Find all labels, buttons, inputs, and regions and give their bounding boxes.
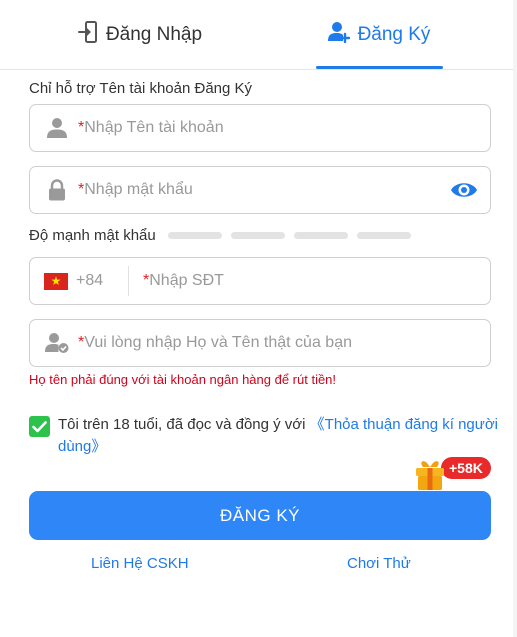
eye-icon[interactable] — [450, 179, 478, 201]
phone-placeholder: *Nhập SĐT — [143, 272, 224, 289]
active-tab-indicator — [316, 66, 443, 69]
gift-icon — [413, 458, 447, 492]
add-user-icon — [327, 21, 350, 49]
scrollbar[interactable] — [513, 0, 517, 637]
form-hint: Chỉ hỗ trợ Tên tài khoản Đăng Ký — [29, 80, 253, 97]
username-placeholder: *Nhập Tên tài khoản — [78, 119, 224, 136]
strength-bar — [168, 232, 222, 239]
check-icon — [32, 420, 47, 432]
phone-field[interactable]: ★ +84 *Nhập SĐT — [29, 257, 491, 305]
terms-checkbox[interactable] — [29, 416, 50, 437]
country-code[interactable]: +84 — [76, 272, 114, 290]
password-strength-meter — [168, 232, 411, 239]
door-enter-icon — [77, 21, 98, 49]
tab-register[interactable]: Đăng Ký — [315, 0, 443, 70]
terms-text: Tôi trên 18 tuổi, đã đọc và đồng ý với 《… — [58, 416, 498, 455]
register-button[interactable]: ĐĂNG KÝ — [29, 491, 491, 540]
fullname-field[interactable]: *Vui lòng nhập Họ và Tên thật của bạn — [29, 319, 491, 367]
bonus-badge: +58K — [441, 457, 491, 479]
fullname-placeholder: *Vui lòng nhập Họ và Tên thật của bạn — [78, 334, 352, 351]
fullname-warning: Họ tên phải đúng với tài khoản ngân hàng… — [29, 372, 337, 387]
vietnam-flag-icon[interactable]: ★ — [44, 272, 68, 290]
password-field[interactable]: *Nhập mật khẩu — [29, 166, 491, 214]
divider — [128, 266, 129, 296]
tab-register-label: Đăng Ký — [357, 24, 431, 45]
strength-bar — [294, 232, 348, 239]
password-placeholder: *Nhập mật khẩu — [78, 181, 193, 198]
strength-bar — [231, 232, 285, 239]
tab-login[interactable]: Đăng Nhập — [60, 0, 220, 70]
try-play-link[interactable]: Chơi Thử — [347, 555, 411, 572]
password-strength-label: Độ mạnh mật khẩu — [29, 227, 156, 244]
username-field[interactable]: *Nhập Tên tài khoản — [29, 104, 491, 152]
strength-bar — [357, 232, 411, 239]
tab-login-label: Đăng Nhập — [105, 24, 203, 45]
verified-user-icon — [44, 330, 70, 356]
lock-icon — [44, 177, 70, 203]
user-icon — [44, 115, 70, 141]
auth-tabs: Đăng Nhập Đăng Ký — [0, 0, 517, 70]
contact-support-link[interactable]: Liên Hệ CSKH — [91, 555, 189, 572]
